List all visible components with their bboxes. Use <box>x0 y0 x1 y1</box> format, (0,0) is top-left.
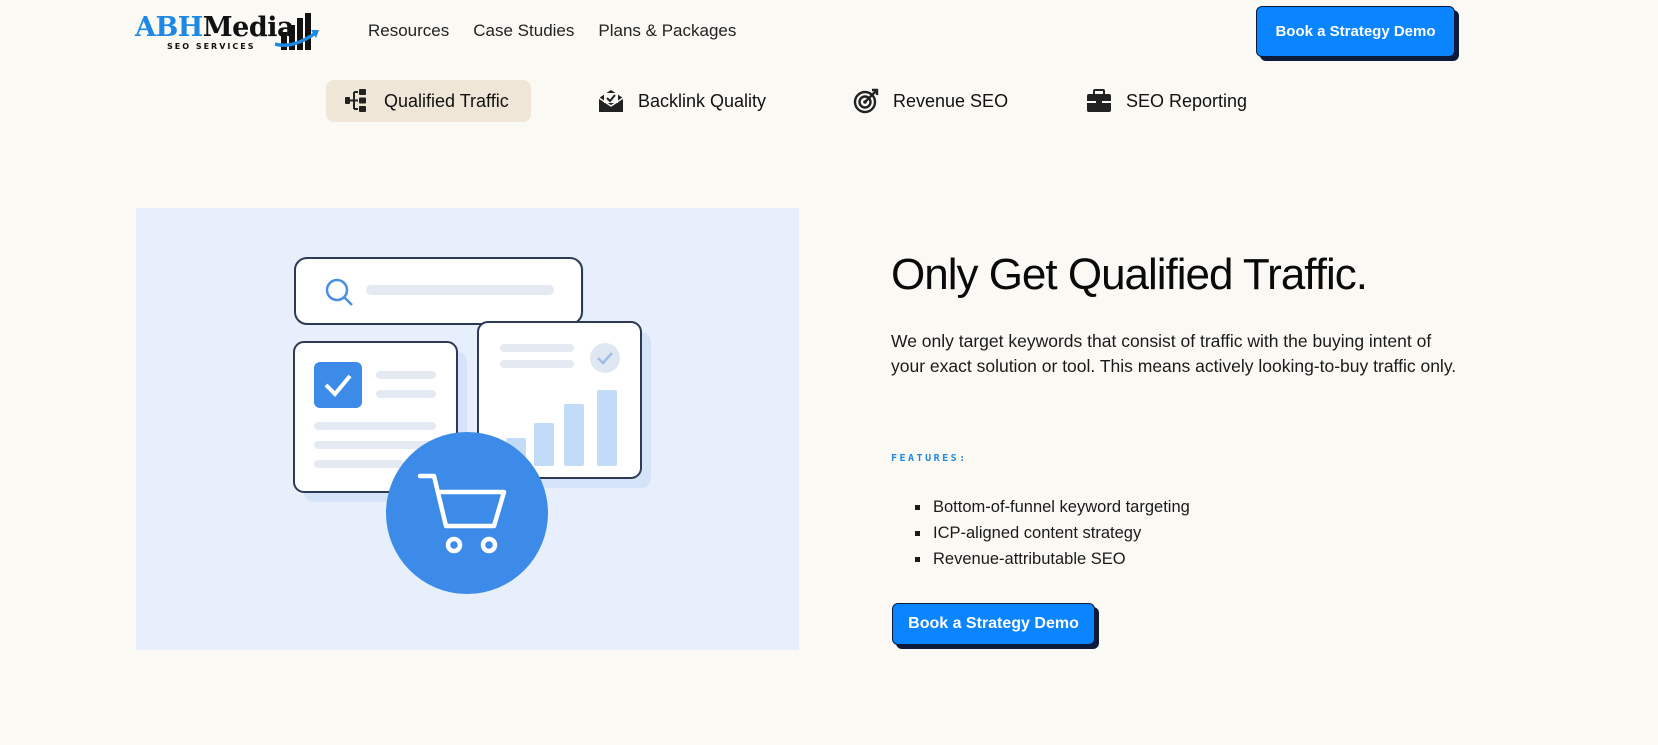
book-demo-button[interactable]: Book a Strategy Demo <box>892 603 1095 645</box>
nav-case-studies[interactable]: Case Studies <box>473 21 574 41</box>
qualified-traffic-illustration <box>136 208 799 650</box>
bar-chart-logo-icon <box>275 13 319 50</box>
features-list: Bottom-of-funnel keyword targeting ICP-a… <box>931 494 1190 572</box>
list-item: Bottom-of-funnel keyword targeting <box>931 494 1190 520</box>
tab-label: Backlink Quality <box>638 90 767 111</box>
tab-seo-reporting[interactable]: SEO Reporting <box>1068 80 1265 122</box>
logo[interactable]: ABHMedia SEO SERVICES <box>135 12 325 52</box>
list-item: Revenue-attributable SEO <box>931 546 1190 572</box>
nav-resources[interactable]: Resources <box>368 21 449 41</box>
tab-label: Revenue SEO <box>893 90 1009 111</box>
target-icon <box>853 88 879 114</box>
tab-backlink-quality[interactable]: Backlink Quality <box>580 80 784 122</box>
envelope-icon <box>598 90 624 112</box>
tab-label: SEO Reporting <box>1126 90 1248 111</box>
features-label: FEATURES: <box>891 453 968 464</box>
main-nav: Resources Case Studies Plans & Packages <box>368 21 736 41</box>
list-item: ICP-aligned content strategy <box>931 520 1190 546</box>
briefcase-icon <box>1087 89 1111 112</box>
funnel-icon <box>345 89 366 112</box>
description: We only target keywords that consist of … <box>891 331 1457 376</box>
tab-qualified-traffic[interactable]: Qualified Traffic <box>326 80 531 122</box>
logo-text-abh: ABH <box>135 11 203 43</box>
tab-revenue-seo[interactable]: Revenue SEO <box>835 80 1026 122</box>
cart-circle <box>386 432 548 594</box>
page-title: Only Get Qualified Traffic. <box>891 250 1368 299</box>
illustration-graphic <box>293 257 651 594</box>
tab-label: Qualified Traffic <box>384 90 509 111</box>
book-demo-header-button[interactable]: Book a Strategy Demo <box>1256 6 1455 57</box>
nav-plans-packages[interactable]: Plans & Packages <box>598 21 736 41</box>
site-header: ABHMedia SEO SERVICES Resources Case Stu… <box>0 0 1658 64</box>
